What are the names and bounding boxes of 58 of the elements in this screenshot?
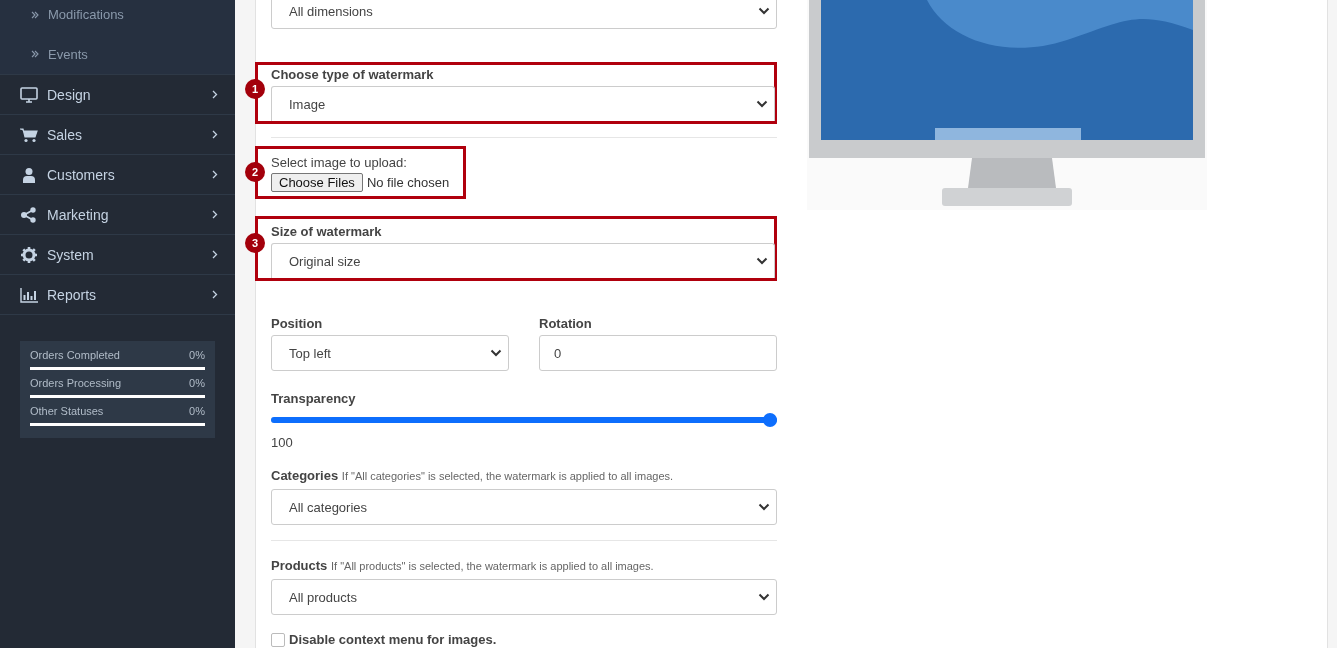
menu-item[interactable]: Customers [0,155,235,195]
submenu-item[interactable]: Modifications [0,0,235,34]
chevron-right-icon [212,250,218,259]
field-hint: If "All categories" is selected, the watermark is applied to all images. [341,470,674,482]
menu-item[interactable]: Sales [0,115,235,155]
dimensions-select[interactable]: All dimensions [271,0,777,29]
chevron-right-icon [212,170,218,179]
stat-value: 0% [189,404,205,418]
caret-icon [758,7,770,15]
upload-label: Select image to upload: [271,155,408,171]
caret-icon [756,100,768,108]
menu-item[interactable]: Design [0,75,235,115]
slider-thumb[interactable] [763,413,777,427]
chevron-right-icon [212,210,218,219]
chevron-right-icon [212,290,218,299]
caret-icon [758,503,770,511]
cart-icon [20,126,38,143]
field-hint: If "All products" is selected, the watermark is applied to all images. [330,560,654,572]
size-select[interactable]: Original size [271,243,775,278]
chevron-right-icon [212,130,218,139]
choose-files-button[interactable]: Choose Files [271,173,363,192]
share-icon [20,206,38,223]
bar-chart-icon [20,286,38,303]
stat-label: Orders Completed [30,348,120,362]
categories-select[interactable]: All categories [271,489,777,525]
callout-number: 3 [245,233,265,253]
callout-number: 2 [245,162,265,182]
callout-number: 1 [245,79,265,99]
user-icon [20,166,38,183]
double-chevron-icon [31,10,39,19]
caret-icon [758,593,770,601]
file-status: No file chosen [366,175,450,190]
position-select[interactable]: Top left [271,335,509,371]
checkbox-label: Disable context menu for images. [289,632,497,647]
gear-icon [20,246,38,263]
stat-label: Orders Processing [30,376,122,390]
field-label: Size of watermark [271,224,383,240]
chevron-right-icon [212,90,218,99]
caret-icon [490,349,502,357]
field-label: Position [271,316,324,332]
caret-icon [756,257,768,265]
field-label: Categories [271,468,339,483]
stat-value: 0% [189,348,205,362]
stat-label: Other Statuses [30,404,104,418]
watermark-type-select[interactable]: Image [271,86,775,121]
checkbox[interactable] [271,632,285,647]
field-label: Transparency [271,391,357,407]
field-label: Choose type of watermark [271,67,435,83]
field-label: Products [271,558,328,573]
field-label: Rotation [539,316,593,332]
transparency-value: 100 [271,435,294,451]
menu-item[interactable]: System [0,235,235,275]
double-chevron-icon [31,50,39,58]
transparency-slider[interactable] [271,413,777,427]
rotation-input[interactable]: 0 [539,335,777,371]
monitor-icon [20,86,38,103]
products-select[interactable]: All products [271,579,777,615]
stat-value: 0% [189,376,205,390]
